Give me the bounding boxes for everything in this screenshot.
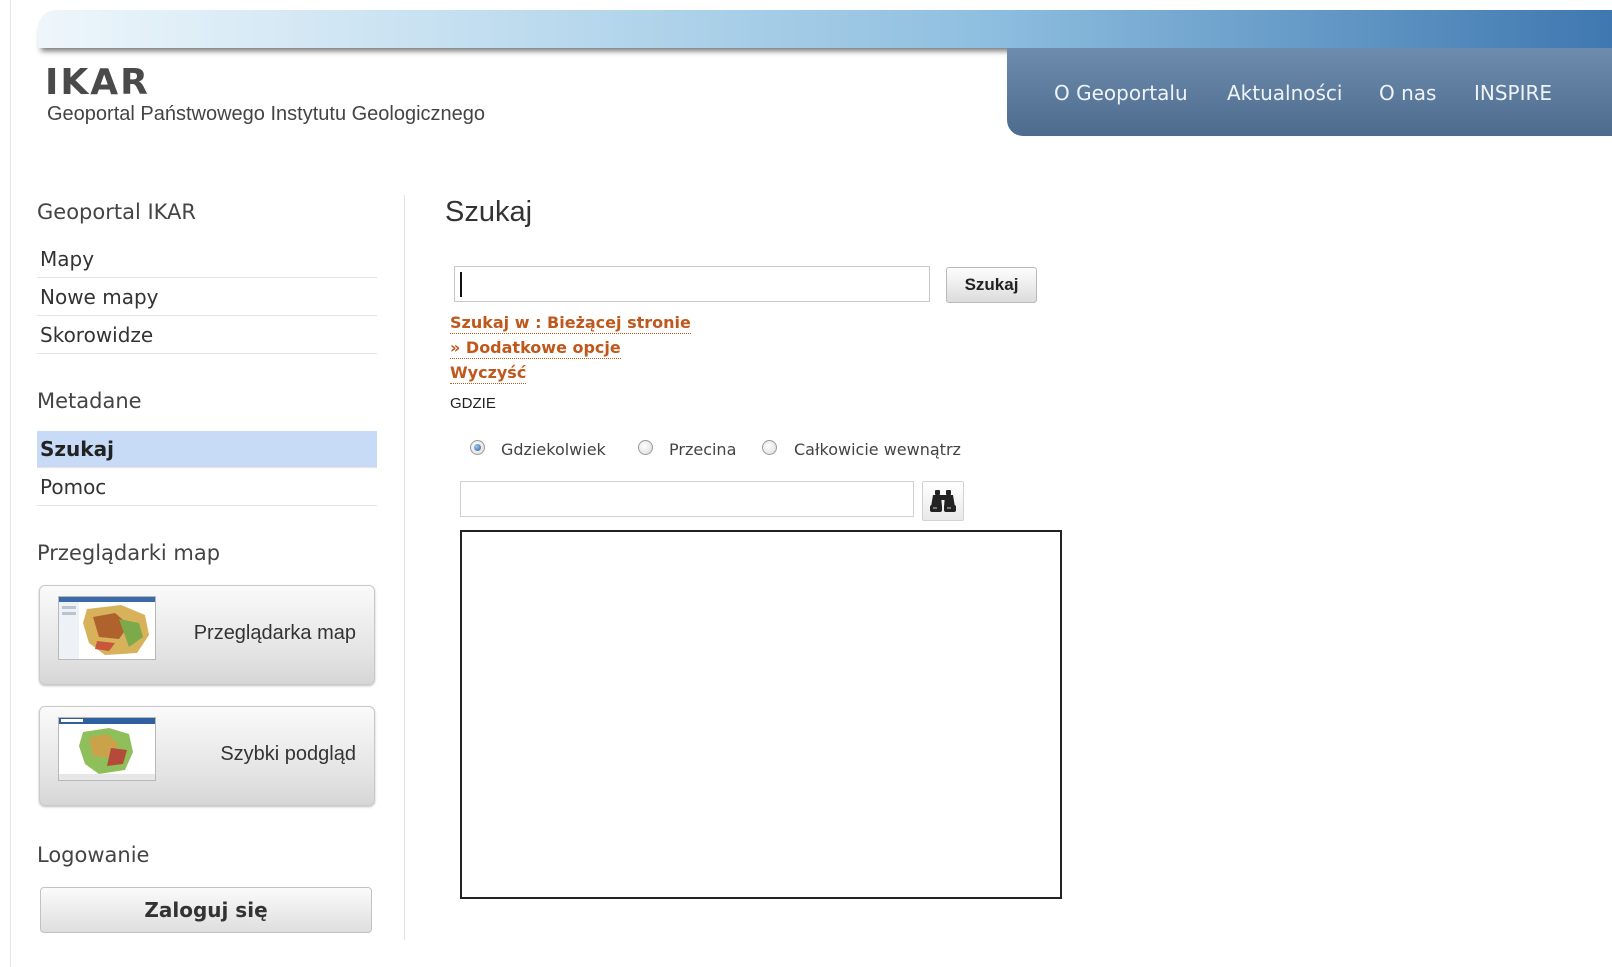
sidebar-item-szukaj[interactable]: Szukaj <box>37 431 377 468</box>
sidebar-item-nowe-mapy[interactable]: Nowe mapy <box>37 279 377 316</box>
search-input[interactable] <box>454 266 930 302</box>
radio-fully-inside[interactable] <box>762 440 777 455</box>
clear-link[interactable]: Wyczyść <box>450 363 527 384</box>
radio-intersects[interactable] <box>638 440 653 455</box>
top-navigation: O Geoportalu Aktualności O nas INSPIRE <box>1007 48 1612 136</box>
radio-intersects-label[interactable]: Przecina <box>669 440 736 459</box>
sidebar-item-mapy[interactable]: Mapy <box>37 241 377 278</box>
map-area[interactable] <box>460 530 1062 899</box>
login-button[interactable]: Zaloguj się <box>40 887 372 933</box>
map-viewer-thumbnail <box>58 596 156 660</box>
sidebar-section-logowanie: Logowanie <box>37 843 150 867</box>
binoculars-icon <box>930 490 956 512</box>
sidebar-item-skorowidze[interactable]: Skorowidze <box>37 317 377 354</box>
nav-aktualnosci[interactable]: Aktualności <box>1227 81 1342 105</box>
search-button[interactable]: Szukaj <box>946 267 1037 303</box>
szybki-podglad-label: Szybki podgląd <box>220 743 356 765</box>
nav-o-geoportalu[interactable]: O Geoportalu <box>1054 81 1188 105</box>
sidebar-divider <box>404 195 405 940</box>
radio-fully-inside-label[interactable]: Całkowicie wewnątrz <box>794 440 961 459</box>
page-title: Szukaj <box>445 196 533 228</box>
site-logo[interactable]: IKAR <box>45 62 150 103</box>
sidebar-item-pomoc[interactable]: Pomoc <box>37 469 377 506</box>
nav-inspire[interactable]: INSPIRE <box>1474 81 1552 105</box>
header-band <box>38 10 1612 48</box>
place-search-button[interactable] <box>922 481 964 521</box>
search-scope-link[interactable]: Szukaj w : Bieżącej stronie <box>450 313 691 334</box>
przegladarka-map-button[interactable]: Przeglądarka map <box>39 585 375 685</box>
site-subtitle: Geoportal Państwowego Instytutu Geologic… <box>47 103 486 125</box>
szybki-podglad-button[interactable]: Szybki podgląd <box>39 706 375 806</box>
radio-anywhere-label[interactable]: Gdziekolwiek <box>501 440 606 459</box>
where-label: GDZIE <box>450 395 496 412</box>
place-search-input[interactable] <box>460 481 914 517</box>
sidebar-section-przegladarki: Przeglądarki map <box>37 541 221 565</box>
radio-anywhere[interactable] <box>470 440 485 455</box>
sidebar-section-geoportal: Geoportal IKAR <box>37 200 197 224</box>
nav-o-nas[interactable]: O nas <box>1379 81 1436 105</box>
quick-preview-thumbnail <box>58 717 156 781</box>
text-cursor <box>460 272 462 297</box>
advanced-options-link[interactable]: » Dodatkowe opcje <box>450 338 621 359</box>
page-left-border <box>10 0 11 967</box>
sidebar-section-metadane: Metadane <box>37 389 142 413</box>
przegladarka-map-label: Przeglądarka map <box>193 622 356 644</box>
